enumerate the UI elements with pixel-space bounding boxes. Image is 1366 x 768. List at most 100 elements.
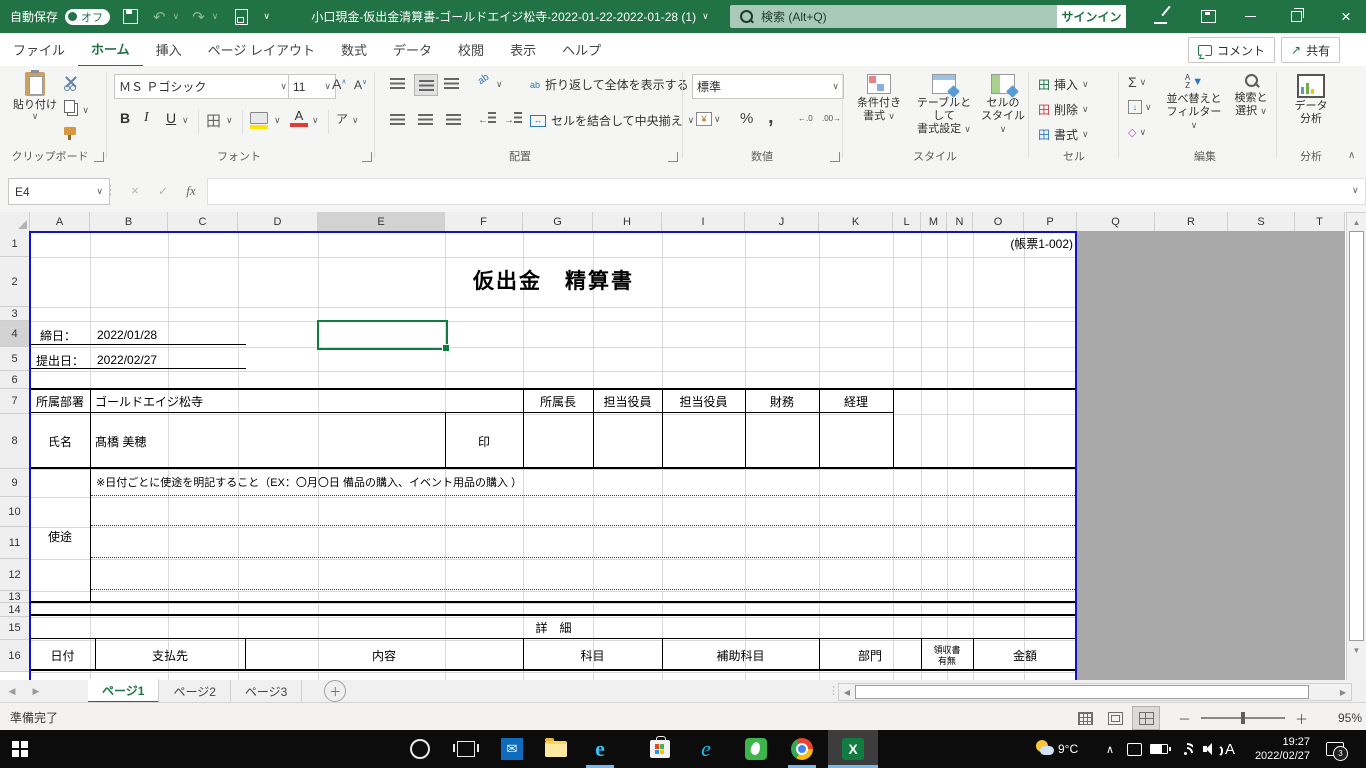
tab-page-layout[interactable]: ページ レイアウト (195, 33, 328, 66)
cell-detail-title[interactable]: 詳 細 (30, 616, 1077, 639)
align-left-button[interactable] (390, 114, 405, 125)
title-dropdown-icon[interactable]: ∨ (702, 12, 709, 21)
share-button[interactable]: ↗ 共有 (1281, 37, 1340, 63)
cell-form-title[interactable]: 仮出金 精算書 (30, 264, 1077, 296)
zoom-level[interactable]: 95% (1324, 711, 1362, 725)
cell-submit-date[interactable]: 2022/02/27 (97, 349, 157, 371)
clock[interactable]: 19:27 2022/02/27 (1244, 733, 1310, 765)
redo-icon[interactable]: ↷ (192, 8, 205, 26)
scroll-up-icon[interactable]: ▲ (1347, 213, 1366, 231)
cell-approver-5[interactable]: 経理 (819, 389, 893, 414)
horizontal-scroll-thumb[interactable] (855, 685, 1309, 699)
task-view-button[interactable] (446, 730, 486, 768)
vertical-scrollbar[interactable]: ▲ ▼ (1346, 212, 1366, 682)
file-explorer-button[interactable] (536, 730, 576, 768)
font-family-select[interactable]: ＭＳ Ｐゴシック ∨ (114, 74, 292, 99)
cell-detail-header-department[interactable]: 部門 (819, 640, 921, 671)
chrome-button[interactable] (782, 730, 822, 768)
row-header-9[interactable]: 9 (0, 469, 30, 497)
restore-button[interactable] (1276, 0, 1316, 33)
cell-usage-label[interactable]: 使途 (30, 469, 90, 603)
row-header-4[interactable]: 4 (0, 321, 31, 347)
column-header-M[interactable]: M (921, 212, 947, 232)
scroll-right-icon[interactable]: ▶ (1335, 685, 1351, 699)
column-header-H[interactable]: H (593, 212, 662, 232)
column-header-N[interactable]: N (947, 212, 973, 232)
cell-name-value[interactable]: 髙橋 美穂 (95, 414, 146, 469)
row-header-10[interactable]: 10 (0, 497, 30, 527)
qat-dropdown-icon[interactable]: ∨ (263, 12, 270, 21)
row-header-7[interactable]: 7 (0, 389, 30, 414)
format-cells-button[interactable]: 田 書式 ∨ (1038, 126, 1089, 143)
column-header-R[interactable]: R (1155, 212, 1228, 232)
comma-style-button[interactable]: , (768, 106, 774, 129)
cell-approver-1[interactable]: 所属長 (523, 389, 593, 414)
cell-dept-value[interactable]: ゴールドエイジ松寺 (95, 389, 203, 414)
cell-detail-header-content[interactable]: 内容 (245, 640, 523, 671)
autosave-toggle[interactable]: オフ (65, 9, 110, 25)
column-header-P[interactable]: P (1024, 212, 1077, 232)
clear-button[interactable]: ◇ ∨ (1128, 126, 1146, 139)
green-app-button[interactable] (736, 730, 776, 768)
zoom-slider-thumb[interactable] (1241, 712, 1245, 724)
formula-bar-splitter[interactable]: ⋮ (104, 182, 117, 198)
cell-submit-label[interactable]: 提出日： (36, 349, 84, 371)
cell-detail-header-amount[interactable]: 金額 (973, 640, 1077, 671)
bold-button[interactable]: B (120, 110, 130, 126)
font-size-select[interactable]: 11 ∨ (288, 74, 336, 99)
alignment-dialog-launcher[interactable] (668, 152, 678, 162)
row-header-14[interactable]: 14 (0, 603, 30, 617)
undo-dropdown-icon[interactable]: ∨ (173, 12, 180, 21)
grow-font-button[interactable]: A∧ (332, 76, 346, 92)
tab-data[interactable]: データ (380, 33, 445, 66)
cell-approver-4[interactable]: 財務 (745, 389, 819, 414)
column-header-C[interactable]: C (168, 212, 238, 232)
page-break-view-button[interactable] (1132, 706, 1160, 730)
tab-insert[interactable]: 挿入 (143, 33, 195, 66)
cut-button[interactable] (64, 76, 76, 91)
cell-detail-header-payee[interactable]: 支払先 (95, 640, 245, 671)
wifi-icon[interactable] (1172, 730, 1198, 768)
align-middle-button[interactable] (414, 74, 438, 96)
signin-button[interactable]: サインイン (1057, 5, 1126, 28)
align-bottom-button[interactable] (444, 78, 459, 89)
row-header-15[interactable]: 15 (0, 617, 30, 640)
row-header-2[interactable]: 2 (0, 257, 30, 307)
internet-explorer-button[interactable]: e (686, 730, 726, 768)
cell-detail-header-subaccount[interactable]: 補助科目 (662, 640, 819, 671)
mail-app-button[interactable]: ✉ (492, 730, 532, 768)
cell-detail-header-date[interactable]: 日付 (30, 640, 95, 671)
cell-approver-2[interactable]: 担当役員 (593, 389, 662, 414)
store-button[interactable] (640, 730, 680, 768)
copy-button[interactable]: ∨ (64, 100, 89, 116)
row-header-5[interactable]: 5 (0, 347, 30, 371)
fill-color-dropdown-icon[interactable]: ∨ (274, 116, 281, 125)
column-header-S[interactable]: S (1228, 212, 1295, 232)
underline-button[interactable]: U (166, 110, 176, 126)
row-header-11[interactable]: 11 (0, 527, 30, 559)
page-layout-view-button[interactable] (1102, 707, 1128, 729)
enter-button[interactable]: ✓ (150, 178, 176, 203)
collapse-ribbon-button[interactable]: ∧ (1348, 150, 1355, 161)
tab-review[interactable]: 校閲 (445, 33, 497, 66)
sort-filter-button[interactable]: AZ ▼ 並べ替えと フィルター ∨ (1162, 74, 1226, 132)
paste-button[interactable]: 貼り付け ∨ (12, 72, 58, 121)
column-header-T[interactable]: T (1295, 212, 1345, 232)
edge-button[interactable]: e (580, 730, 620, 768)
row-header-3[interactable]: 3 (0, 307, 30, 321)
cancel-button[interactable]: × (122, 178, 148, 203)
font-dialog-launcher[interactable] (362, 152, 372, 162)
cell-name-label[interactable]: 氏名 (30, 414, 90, 469)
scroll-down-icon[interactable]: ▼ (1347, 641, 1366, 659)
row-header-6[interactable]: 6 (0, 371, 30, 389)
tab-home[interactable]: ホーム (78, 32, 143, 68)
accounting-format-button[interactable]: ¥ ∨ (696, 112, 721, 126)
clipboard-dialog-launcher[interactable] (94, 152, 104, 162)
ink-icon[interactable] (1140, 0, 1180, 33)
tab-file[interactable]: ファイル (0, 33, 78, 66)
underline-dropdown-icon[interactable]: ∨ (182, 116, 189, 125)
row-header-8[interactable]: 8 (0, 414, 30, 469)
minimize-button[interactable] (1230, 0, 1270, 33)
sheet-tab-page2[interactable]: ページ2 (159, 680, 230, 702)
cell-detail-header-account[interactable]: 科目 (523, 640, 662, 671)
